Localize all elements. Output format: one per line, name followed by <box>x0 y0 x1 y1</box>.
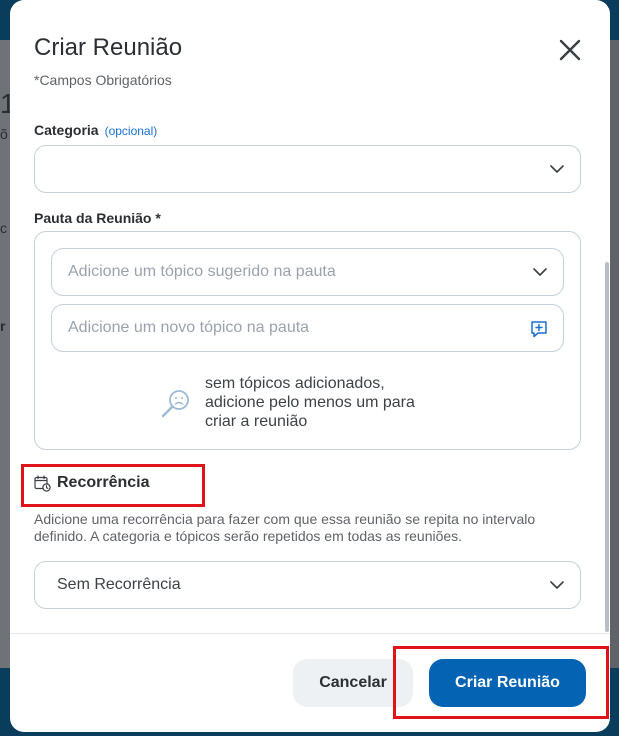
suggested-topic-placeholder: Adicione um tópico sugerido na pauta <box>68 263 336 280</box>
create-meeting-dialog: Criar Reunião *Campos Obrigatórios Categ… <box>10 0 610 732</box>
required-fields-note: *Campos Obrigatórios <box>34 72 172 88</box>
recurrence-label: Recorrência <box>34 474 150 492</box>
create-button-highlight-box <box>393 646 609 719</box>
search-sad-icon <box>161 390 189 418</box>
new-topic-input[interactable]: Adicione um novo tópico na pauta <box>51 304 564 352</box>
close-button[interactable] <box>556 36 584 64</box>
chevron-down-icon <box>550 581 564 589</box>
dialog-title: Criar Reunião <box>34 34 183 61</box>
agenda-empty-state: sem tópicos adicionados, adicione pelo m… <box>159 374 445 431</box>
agenda-empty-message: sem tópicos adicionados, adicione pelo m… <box>205 375 415 430</box>
category-label: Categoria (opcional) <box>34 122 157 138</box>
recurrence-label-text: Recorrência <box>57 474 150 491</box>
footer-divider <box>10 633 610 634</box>
recurrence-select-value: Sem Recorrência <box>57 576 181 593</box>
scrollbar-thumb[interactable] <box>605 262 609 632</box>
suggested-topic-select[interactable]: Adicione um tópico sugerido na pauta <box>51 248 564 296</box>
category-label-text: Categoria <box>34 122 99 138</box>
background-fragment: õ <box>0 126 8 142</box>
calendar-clock-icon <box>34 474 51 492</box>
category-select[interactable] <box>34 145 581 193</box>
new-topic-placeholder: Adicione um novo tópico na pauta <box>68 319 310 336</box>
background-fragment: c <box>0 220 7 236</box>
close-icon <box>559 39 581 61</box>
background-fragment: r <box>0 318 6 334</box>
recurrence-description: Adicione uma recorrência para fazer com … <box>34 511 536 544</box>
recurrence-select[interactable]: Sem Recorrência <box>34 561 581 609</box>
chevron-down-icon <box>550 165 564 173</box>
add-comment-icon[interactable] <box>529 319 549 339</box>
optional-tag: (opcional) <box>104 124 158 138</box>
agenda-label: Pauta da Reunião * <box>34 210 161 226</box>
chevron-down-icon <box>533 268 547 276</box>
